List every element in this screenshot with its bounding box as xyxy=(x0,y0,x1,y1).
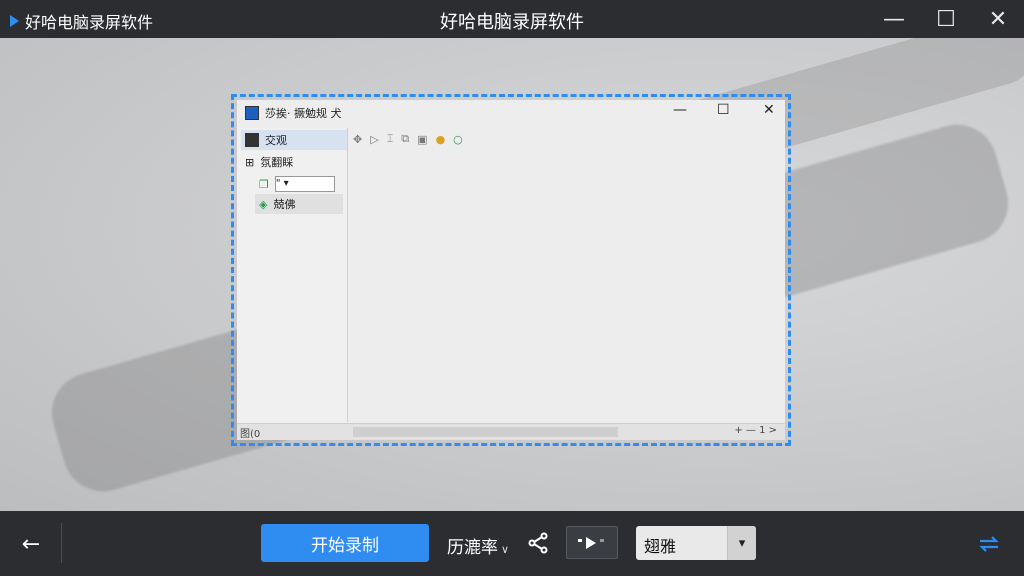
source-toggle-button[interactable] xyxy=(566,526,618,559)
divider xyxy=(61,523,62,563)
title-bar: 好哈电脑录屏软件 好哈电脑录屏软件 — ☐ ✕ xyxy=(0,0,1024,38)
sidebar-item-label: 氛翻睬 xyxy=(260,156,294,169)
sidebar-diamond-icon: ◈ xyxy=(259,197,268,211)
start-record-label: 开始录制 xyxy=(311,535,379,556)
status-right: + — 1 > xyxy=(734,425,777,436)
sidebar-item-0: 交观 xyxy=(241,130,347,150)
horizontal-scrollbar xyxy=(353,427,618,437)
captured-minimize-icon: — xyxy=(673,102,687,118)
sidebar-item-label: 交观 xyxy=(265,134,287,147)
framerate-label: 历漉率 xyxy=(447,538,498,558)
sidebar-item-label: " xyxy=(275,178,281,189)
minimize-icon: — xyxy=(883,6,905,32)
minimize-button[interactable]: — xyxy=(868,0,920,38)
close-icon: ✕ xyxy=(988,6,1008,32)
start-record-button[interactable]: 开始录制 xyxy=(261,524,429,562)
sidebar-dropdown: " ▾ xyxy=(274,176,335,192)
stamp-tool-icon: ▣ xyxy=(417,132,428,146)
sidebar-item-2: ❐ " ▾ xyxy=(255,174,339,194)
control-bar: ← 开始录制 历漉率 ∨ 翅雅 ▾ xyxy=(0,511,1024,576)
sidebar-doc-icon: ❐ xyxy=(259,177,269,191)
mode-select-value: 翅雅 xyxy=(644,537,677,556)
captured-close-icon: ✕ xyxy=(763,102,775,118)
framerate-dropdown[interactable]: 历漉率 ∨ xyxy=(447,533,509,558)
layers-tool-icon: ⧉ xyxy=(401,132,410,145)
captured-sidebar: 交观 ⊞ 氛翻睬 ❐ " ▾ ◈ 兢佛 xyxy=(237,128,348,422)
sidebar-grid-icon: ⊞ xyxy=(245,155,255,169)
captured-window: 莎挨· 撅勉规 犬 — ☐ ✕ 交观 ⊞ 氛翻睬 ❐ " ▾ ◈ 兢佛 ✥ ▷ … xyxy=(237,100,785,440)
circle-tool-icon: ○ xyxy=(453,132,463,146)
sidebar-item-3: ◈ 兢佛 xyxy=(255,194,343,214)
loop-icon[interactable] xyxy=(976,531,1002,557)
preview-stage: 莎挨· 撅勉规 犬 — ☐ ✕ 交观 ⊞ 氛翻睬 ❐ " ▾ ◈ 兢佛 ✥ ▷ … xyxy=(0,38,1024,511)
captured-maximize-icon: ☐ xyxy=(717,102,730,118)
sidebar-leaf-icon xyxy=(245,133,259,147)
captured-app-icon xyxy=(245,106,259,120)
video-source-icon xyxy=(578,536,604,549)
share-icon[interactable] xyxy=(526,531,550,555)
sidebar-item-label: 兢佛 xyxy=(273,198,296,211)
color-tool-icon: ● xyxy=(435,132,446,146)
mode-select[interactable]: 翅雅 ▾ xyxy=(636,526,756,560)
captured-window-titlebar: 莎挨· 撅勉规 犬 — ☐ ✕ xyxy=(237,100,785,124)
pointer-tool-icon: ▷ xyxy=(370,132,379,146)
capture-region[interactable]: 莎挨· 撅勉规 犬 — ☐ ✕ 交观 ⊞ 氛翻睬 ❐ " ▾ ◈ 兢佛 ✥ ▷ … xyxy=(231,94,791,446)
sidebar-item-1: ⊞ 氛翻睬 xyxy=(241,152,297,172)
maximize-button[interactable]: ☐ xyxy=(920,0,972,38)
captured-statusbar: 图(0 + — 1 > xyxy=(237,423,785,440)
maximize-icon: ☐ xyxy=(936,6,956,32)
chevron-down-icon: ∨ xyxy=(501,543,510,556)
chevron-down-icon: ▾ xyxy=(727,526,756,560)
back-button[interactable]: ← xyxy=(16,529,46,559)
close-button[interactable]: ✕ xyxy=(972,0,1024,38)
crop-tool-icon: ⌶ xyxy=(386,132,394,145)
captured-window-title: 莎挨· 撅勉规 犬 xyxy=(265,107,342,120)
move-tool-icon: ✥ xyxy=(353,132,363,146)
arrow-left-icon: ← xyxy=(21,531,41,557)
status-left: 图(0 xyxy=(240,429,261,440)
captured-toolbar: ✥ ▷ ⌶ ⧉ ▣ ● ○ xyxy=(349,128,785,150)
